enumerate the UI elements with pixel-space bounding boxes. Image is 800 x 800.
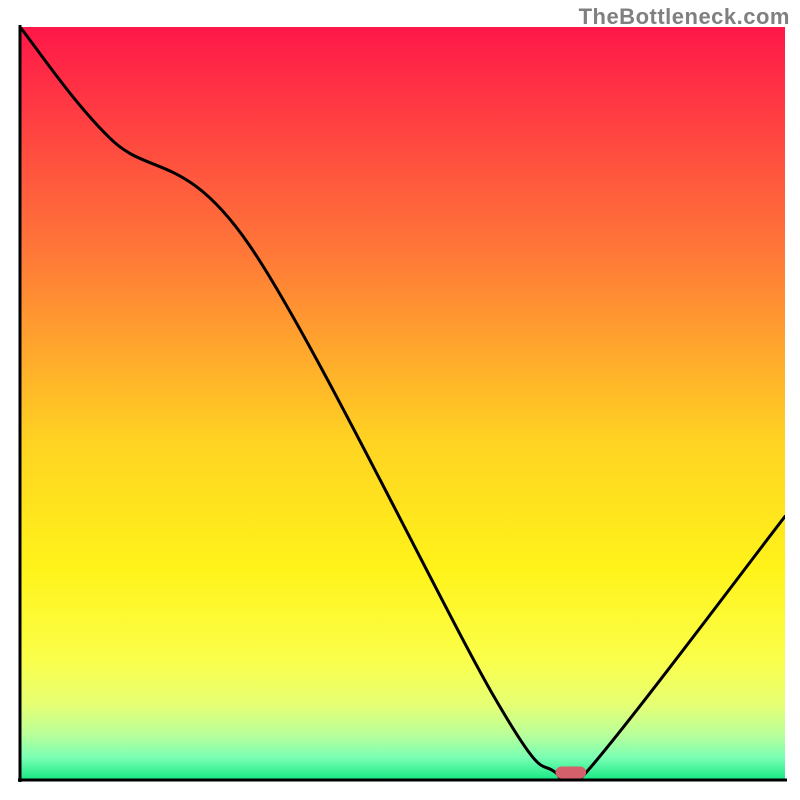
watermark-text: TheBottleneck.com [579,4,790,30]
optimum-marker [556,766,587,778]
bottleneck-chart: TheBottleneck.com [0,0,800,800]
chart-svg [0,0,800,800]
